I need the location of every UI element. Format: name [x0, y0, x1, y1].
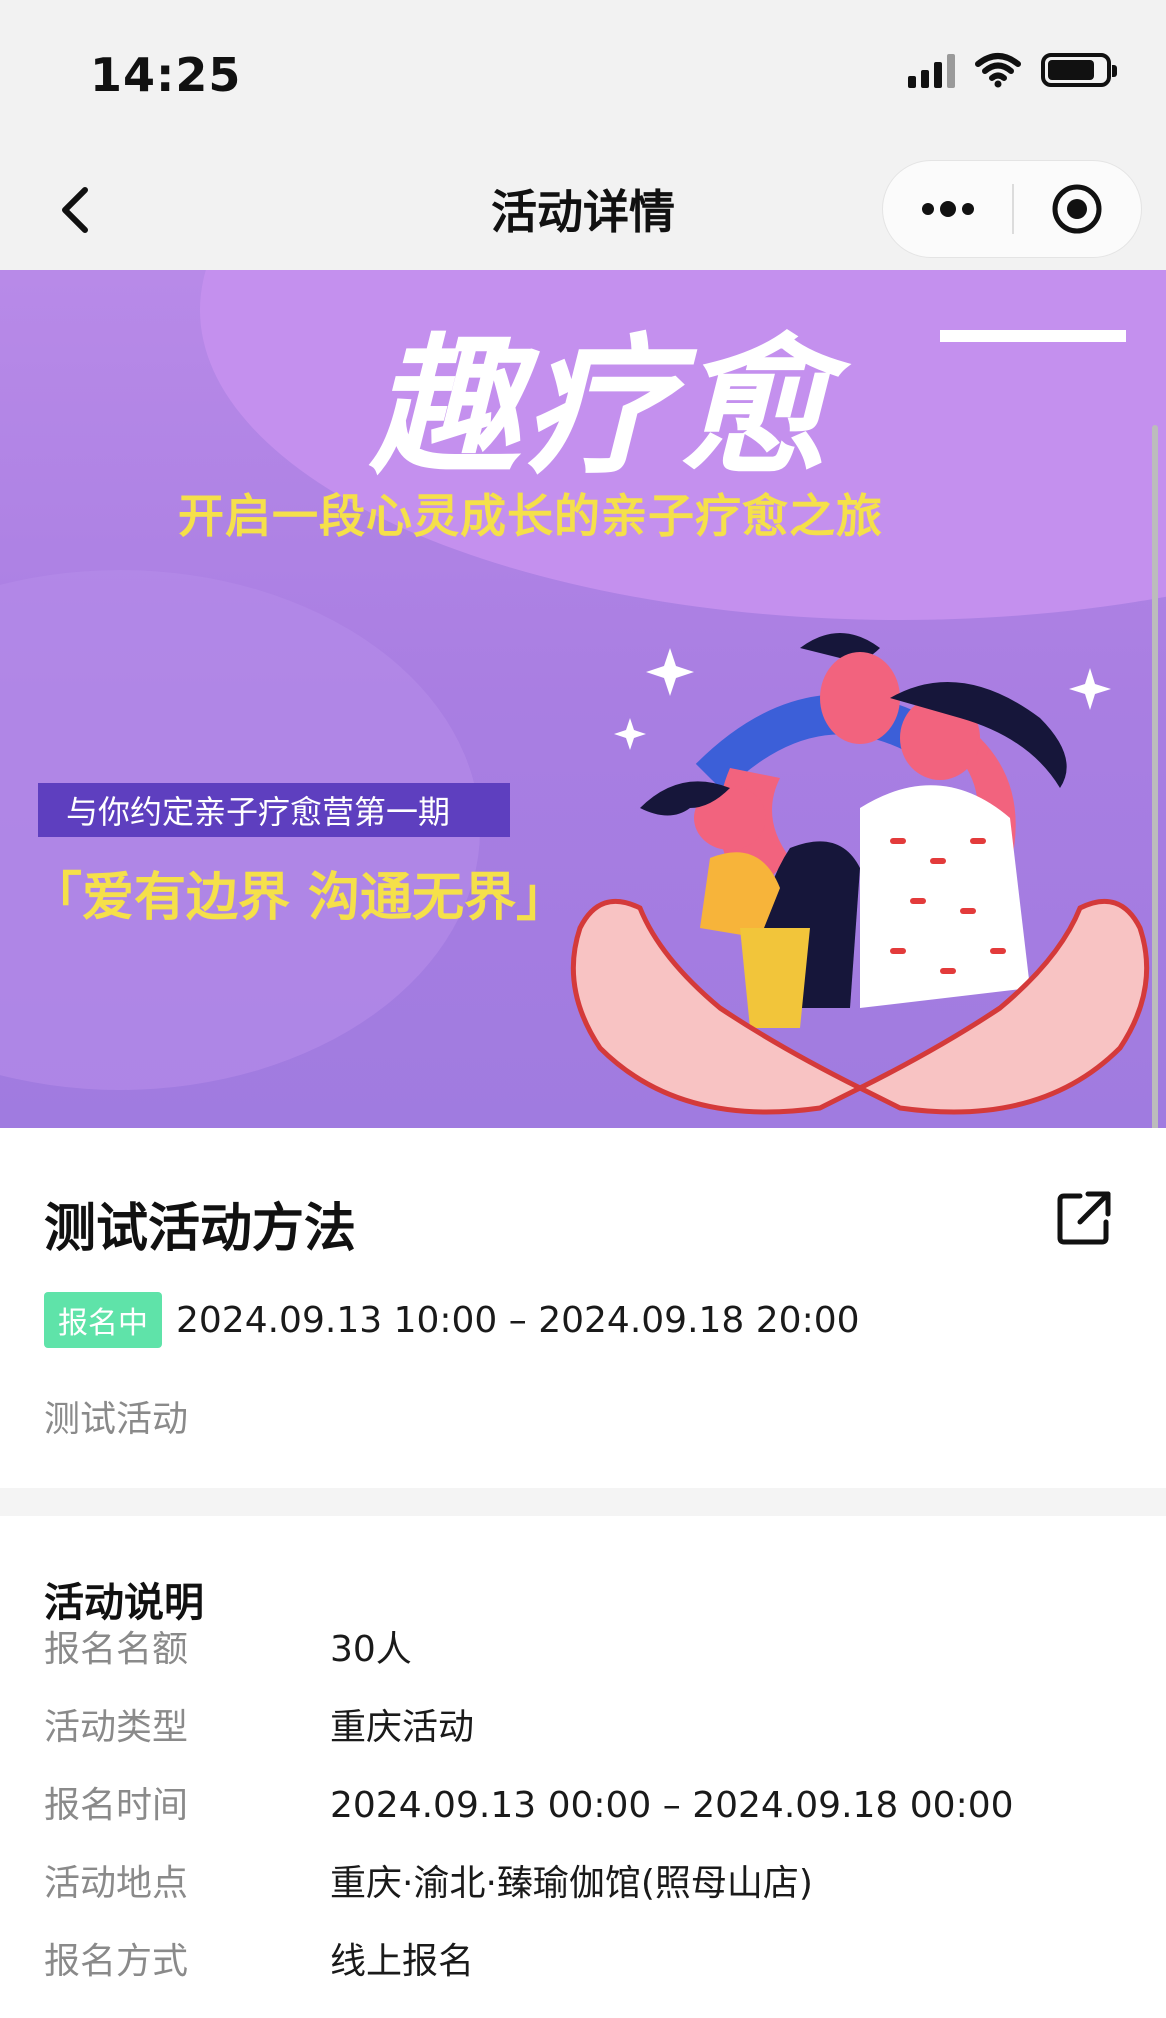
activity-date-range: 2024.09.13 10:00 – 2024.09.18 20:00: [176, 1300, 860, 1341]
close-target-icon: [1052, 184, 1102, 234]
banner-slogan: 「爱有边界 沟通无界」: [30, 868, 569, 928]
more-button[interactable]: [883, 161, 1012, 257]
more-dots-icon: [921, 201, 974, 217]
detail-value: 重庆活动: [330, 1707, 475, 1748]
detail-row-signup-time: 报名时间 2024.09.13 00:00 – 2024.09.18 00:00: [44, 1776, 1014, 1836]
activity-details: 活动说明 报名名额 30人 活动类型 重庆活动 报名时间 2024.09.13 …: [0, 1516, 1166, 2018]
detail-label: 活动地点: [44, 1863, 189, 1904]
activity-description: 测试活动: [44, 1399, 189, 1440]
status-badge: 报名中: [44, 1292, 162, 1348]
close-button[interactable]: [1014, 161, 1141, 257]
detail-row-quota: 报名名额 30人: [44, 1620, 412, 1680]
detail-label: 报名时间: [44, 1785, 189, 1826]
detail-value: 30人: [330, 1629, 412, 1670]
banner-illustration: [570, 633, 1150, 1115]
wifi-icon: [975, 53, 1021, 88]
detail-row-signup-method: 报名方式 线上报名: [44, 1932, 474, 1992]
signal-icon: [908, 52, 955, 88]
activity-header: 测试活动方法 报名中 2024.09.13 10:00 – 2024.09.18…: [0, 1128, 1166, 1488]
battery-icon: [1041, 53, 1117, 87]
activity-banner: 趣疗愈 开启一段心灵成长的亲子疗愈之旅 与你约定亲子疗愈营第一期 「爱有边界 沟…: [0, 270, 1166, 1128]
section-divider: [0, 1488, 1166, 1516]
detail-label: 报名方式: [44, 1941, 189, 1982]
status-bar: 14:25: [0, 0, 1166, 150]
detail-value: 重庆·渝北·臻瑜伽馆(照母山店): [330, 1863, 813, 1904]
sparkle-icon: [646, 648, 694, 696]
detail-value: 线上报名: [330, 1941, 475, 1982]
detail-label: 报名名额: [44, 1629, 189, 1670]
banner-subtitle: 开启一段心灵成长的亲子疗愈之旅: [178, 489, 883, 543]
status-time: 14:25: [90, 48, 242, 102]
detail-label: 活动类型: [44, 1707, 189, 1748]
share-button[interactable]: [1054, 1188, 1114, 1248]
detail-row-location: 活动地点 重庆·渝北·臻瑜伽馆(照母山店): [44, 1854, 813, 1914]
banner-tag: 与你约定亲子疗愈营第一期: [38, 783, 510, 837]
share-external-icon: [1057, 1191, 1111, 1245]
activity-title: 测试活动方法: [44, 1199, 357, 1259]
mini-program-capsule: [882, 160, 1142, 258]
detail-row-type: 活动类型 重庆活动: [44, 1698, 474, 1758]
sparkle-icon: [614, 718, 646, 750]
nav-bar: 活动详情: [0, 150, 1166, 270]
status-icons: [908, 52, 1117, 88]
sparkle-icon: [1069, 668, 1111, 710]
detail-value: 2024.09.13 00:00 – 2024.09.18 00:00: [330, 1785, 1014, 1826]
banner-title: 趣疗愈: [370, 321, 833, 495]
